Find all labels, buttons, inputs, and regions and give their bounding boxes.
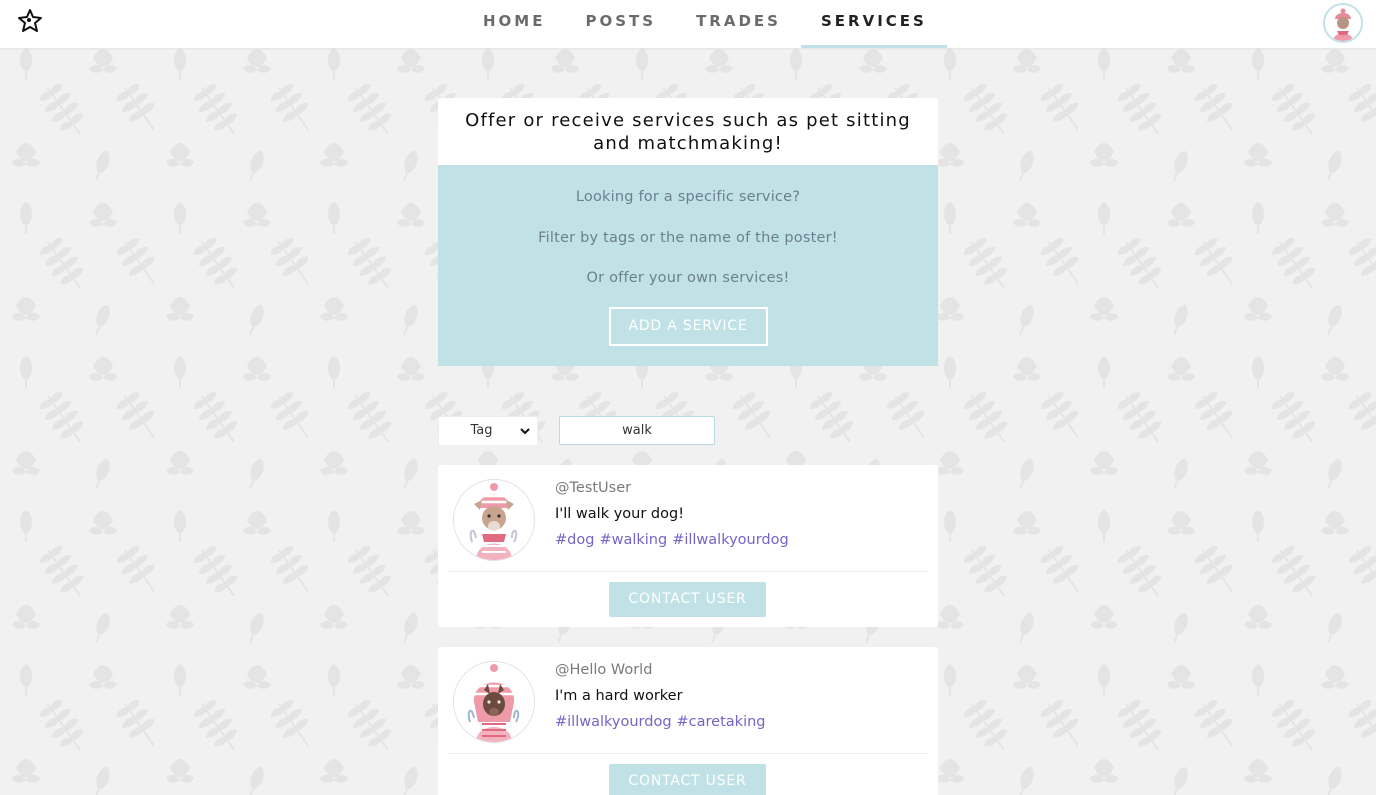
- intro-card: Offer or receive services such as pet si…: [438, 98, 938, 366]
- service-card: @Hello World I'm a hard worker #illwalky…: [438, 647, 938, 795]
- nav-posts[interactable]: POSTS: [565, 0, 676, 48]
- service-card: @TestUser I'll walk your dog! #dog #walk…: [438, 465, 938, 627]
- contact-user-button[interactable]: CONTACT USER: [609, 582, 766, 617]
- intro-banner: Looking for a specific service? Filter b…: [438, 165, 938, 366]
- card-divider: [448, 753, 928, 754]
- service-description: I'm a hard worker: [555, 688, 683, 704]
- contact-user-button[interactable]: CONTACT USER: [609, 764, 766, 795]
- service-username[interactable]: @TestUser: [555, 480, 631, 496]
- banner-line: Filter by tags or the name of the poster…: [538, 229, 838, 246]
- service-username[interactable]: @Hello World: [555, 662, 652, 678]
- banner-line: Looking for a specific service?: [575, 189, 801, 205]
- service-description: I'll walk your dog!: [555, 506, 685, 522]
- service-tag[interactable]: #caretaking: [677, 714, 766, 730]
- page-title: Offer or receive services such as pet si…: [465, 110, 911, 154]
- service-tag[interactable]: #dog: [555, 532, 594, 548]
- filter-row: Tag walk: [438, 416, 938, 446]
- service-tag[interactable]: #walking: [599, 532, 667, 548]
- profile-avatar[interactable]: [1323, 3, 1363, 43]
- nav-home[interactable]: HOME: [463, 0, 565, 48]
- top-navbar: HOME POSTS TRADES SERVICES: [0, 0, 1376, 48]
- service-tag[interactable]: #illwalkyourdog: [555, 714, 672, 730]
- service-tags: #dog #walking #illwalkyourdog: [555, 532, 789, 548]
- search-input[interactable]: walk: [559, 416, 715, 445]
- nav-trades[interactable]: TRADES: [676, 0, 801, 48]
- filter-type-value: Tag: [470, 423, 493, 438]
- avatar[interactable]: [453, 661, 535, 743]
- service-tag[interactable]: #illwalkyourdog: [672, 532, 789, 548]
- add-service-button[interactable]: ADD A SERVICE: [608, 306, 768, 346]
- service-tags: #illwalkyourdog #caretaking: [555, 714, 766, 730]
- services-main: Offer or receive services such as pet si…: [438, 98, 938, 795]
- avatar[interactable]: [453, 479, 535, 561]
- filter-type-select[interactable]: Tag: [438, 416, 538, 446]
- banner-line: Or offer your own services!: [586, 270, 790, 286]
- nav-services[interactable]: SERVICES: [800, 0, 947, 48]
- star-pet-logo-icon[interactable]: [17, 8, 43, 34]
- chevron-down-icon: [519, 425, 531, 437]
- card-divider: [448, 571, 928, 572]
- main-nav: HOME POSTS TRADES SERVICES: [463, 0, 947, 48]
